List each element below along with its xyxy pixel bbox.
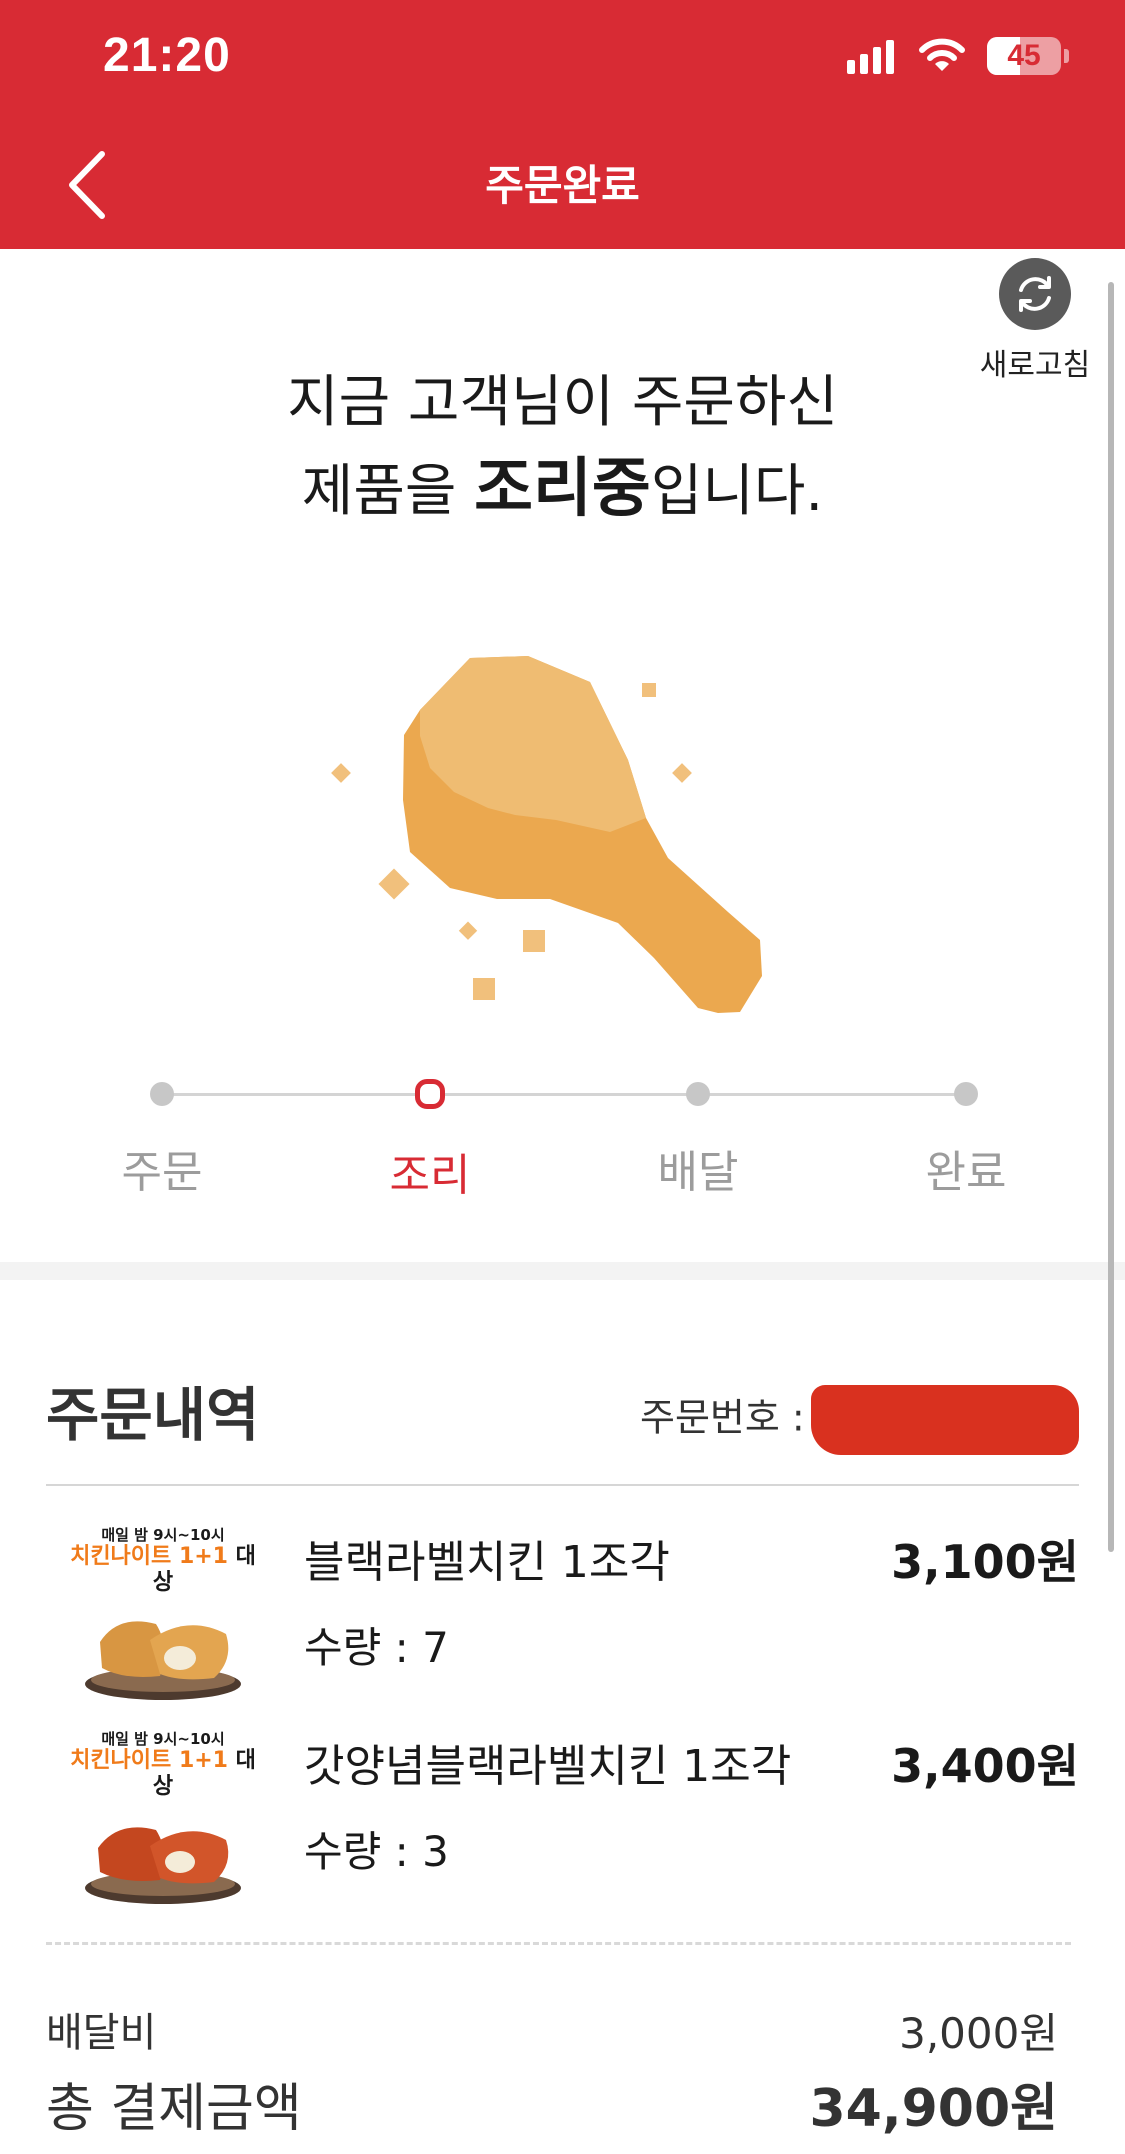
thumb-promo: 치킨나이트 1+1 대상 [68, 1748, 258, 1800]
step-dot [686, 1082, 710, 1106]
order-progress: 주문 조리 배달 완료 [0, 1060, 1125, 1203]
thumb-promo-text: 치킨나이트 1+1 [70, 1748, 228, 1773]
item-quantity: 수량 : 3 [304, 1827, 449, 1876]
status-time: 21:20 [103, 29, 231, 82]
item-thumbnail: 매일 밤 9시~10시 치킨나이트 1+1 대상 [68, 1730, 258, 1904]
headline-emphasis: 조리중 [474, 452, 651, 526]
total-label: 총 결제금액 [46, 2079, 302, 2139]
battery-level: 45 [1007, 39, 1041, 72]
thumb-promo-text: 치킨나이트 1+1 [70, 1544, 228, 1569]
delivery-fee-value: 3,000원 [899, 2009, 1058, 2058]
headline-line1: 지금 고객님이 주문하신 [287, 370, 838, 435]
order-number: 주문번호 : [640, 1385, 1079, 1455]
page-title: 주문완료 [485, 161, 640, 210]
thumb-caption: 매일 밤 9시~10시 [101, 1526, 225, 1544]
redacted-order-number [810, 1385, 1079, 1455]
delivery-fee-label: 배달비 [46, 2010, 157, 2056]
cellular-signal-icon [847, 38, 899, 74]
step-label-active: 조리 [389, 1150, 471, 1201]
scrollbar[interactable] [1108, 282, 1114, 1552]
order-history-title: 주문내역 [46, 1381, 260, 1449]
step-complete: 완료 [866, 1060, 1066, 1200]
chicken-drumstick-icon [331, 656, 762, 1013]
battery-icon: 45 [987, 37, 1061, 75]
headline-line2: 제품을 조리중입니다. [0, 446, 1125, 535]
item-name: 갓양념블랙라벨치킨 1조각 [304, 1741, 792, 1792]
headline-prefix: 제품을 [301, 459, 475, 524]
item-thumbnail: 매일 밤 9시~10시 치킨나이트 1+1 대상 [68, 1526, 258, 1700]
step-label: 배달 [657, 1147, 739, 1198]
divider [46, 1484, 1079, 1486]
item-name: 블랙라벨치킨 1조각 [304, 1537, 670, 1588]
thumb-promo: 치킨나이트 1+1 대상 [68, 1544, 258, 1596]
item-price: 3,400원 [891, 1739, 1079, 1793]
battery-cap [1064, 49, 1069, 63]
step-order: 주문 [62, 1060, 262, 1200]
status-icons: 45 [847, 36, 1069, 76]
step-dot [150, 1082, 174, 1106]
item-price: 3,100원 [891, 1535, 1079, 1589]
order-item: 매일 밤 9시~10시 치킨나이트 1+1 대상 블랙라벨치킨 1조각 수량 :… [46, 1526, 1079, 1716]
total-value: 34,900원 [809, 2079, 1058, 2139]
step-delivery: 배달 [598, 1060, 798, 1200]
order-item: 매일 밤 9시~10시 치킨나이트 1+1 대상 갓양념블랙라벨치킨 1조각 수… [46, 1730, 1079, 1920]
progress-track [162, 1093, 967, 1096]
thumb-caption: 매일 밤 9시~10시 [101, 1730, 225, 1748]
step-dot-active [415, 1079, 445, 1109]
seasoned-chicken-image [85, 1827, 241, 1904]
headline-suffix: 입니다. [650, 459, 824, 524]
app-header: 21:20 45 주문완료 [0, 0, 1125, 249]
step-cooking: 조리 [330, 1060, 530, 1203]
refresh-icon [999, 258, 1071, 330]
fried-chicken-image [85, 1621, 241, 1700]
section-divider [0, 1262, 1125, 1280]
dashed-divider [46, 1942, 1071, 1945]
item-quantity: 수량 : 7 [304, 1623, 449, 1672]
step-label: 완료 [925, 1147, 1007, 1198]
order-number-label: 주문번호 : [640, 1395, 805, 1440]
step-label: 주문 [121, 1147, 203, 1198]
status-headline: 지금 고객님이 주문하신 제품을 조리중입니다. [0, 360, 1125, 535]
wifi-icon [919, 38, 965, 71]
step-dot [954, 1082, 978, 1106]
